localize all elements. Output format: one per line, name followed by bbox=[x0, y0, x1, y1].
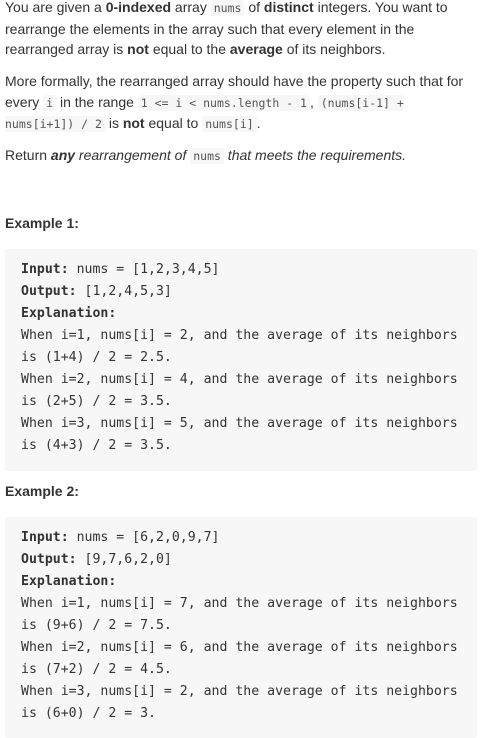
inline-code: nums[i] bbox=[202, 116, 257, 132]
explanation-line: When i=3, nums[i] = 5, and the average o… bbox=[21, 416, 458, 431]
text: rearrangement of bbox=[75, 147, 191, 163]
bold-term: distinct bbox=[263, 0, 314, 15]
explanation-label: Explanation: bbox=[21, 306, 117, 321]
text: array bbox=[171, 0, 211, 15]
bold-term: not bbox=[127, 41, 149, 57]
explanation-line: When i=3, nums[i] = 2, and the average o… bbox=[21, 684, 458, 699]
output-label: Output: bbox=[21, 284, 77, 299]
inline-code: 1 <= i < nums.length - 1 bbox=[137, 94, 310, 111]
bold-term: 0-indexed bbox=[105, 0, 172, 15]
explanation-line: When i=1, nums[i] = 7, and the average o… bbox=[21, 596, 458, 611]
text: equal to the bbox=[148, 41, 230, 57]
text: Return bbox=[5, 147, 51, 163]
explanation-line: When i=1, nums[i] = 2, and the average o… bbox=[21, 328, 458, 343]
text: that meets the requirements. bbox=[223, 147, 407, 163]
output-value: [9,7,6,2,0] bbox=[76, 552, 172, 567]
explanation-line: is (2+5) / 2 = 3.5. bbox=[21, 394, 172, 409]
example-2-title: Example 2: bbox=[5, 483, 79, 499]
input-label: Input: bbox=[21, 530, 69, 545]
text: . bbox=[256, 115, 261, 131]
example-1-block: Input: nums = [1,2,3,4,5] Output: [1,2,4… bbox=[5, 249, 477, 471]
description-paragraph-3: Return any rearrangement of nums that me… bbox=[5, 145, 479, 167]
text: You are given a bbox=[5, 0, 106, 15]
explanation-line: is (9+6) / 2 = 7.5. bbox=[21, 618, 172, 633]
input-value: nums = [6,2,0,9,7] bbox=[68, 530, 220, 545]
input-value: nums = [1,2,3,4,5] bbox=[68, 262, 220, 277]
explanation-line: When i=2, nums[i] = 6, and the average o… bbox=[21, 640, 458, 655]
inline-code: nums bbox=[190, 148, 224, 164]
explanation-line: is (4+3) / 2 = 3.5. bbox=[21, 438, 172, 453]
text: , bbox=[309, 93, 318, 110]
text: equal to bbox=[144, 115, 203, 131]
explanation-line: is (1+4) / 2 = 2.5. bbox=[21, 350, 172, 365]
text: of bbox=[244, 0, 264, 15]
explanation-line: When i=2, nums[i] = 4, and the average o… bbox=[21, 372, 458, 387]
description-paragraph-1: You are given a 0-indexed array nums of … bbox=[5, 0, 479, 60]
bold-term: not bbox=[122, 115, 145, 131]
problem-page: You are given a 0-indexed array nums of … bbox=[0, 0, 480, 738]
text: is bbox=[104, 115, 123, 131]
inline-code: nums bbox=[210, 0, 245, 16]
explanation-line: is (6+0) / 2 = 3. bbox=[21, 706, 156, 721]
explanation-label: Explanation: bbox=[21, 574, 117, 589]
bold-term: average bbox=[229, 41, 283, 57]
text: in the range bbox=[56, 93, 138, 110]
example-1-title: Example 1: bbox=[5, 215, 79, 231]
input-label: Input: bbox=[21, 262, 69, 277]
description-paragraph-2: More formally, the rearranged array shou… bbox=[5, 71, 479, 135]
output-label: Output: bbox=[21, 552, 77, 567]
bold-term: any bbox=[50, 147, 76, 163]
example-2-block: Input: nums = [6,2,0,9,7] Output: [9,7,6… bbox=[5, 517, 477, 738]
output-value: [1,2,4,5,3] bbox=[76, 284, 172, 299]
text: of its neighbors. bbox=[282, 41, 386, 57]
explanation-line: is (7+2) / 2 = 4.5. bbox=[21, 662, 172, 677]
inline-code: i bbox=[43, 94, 57, 111]
